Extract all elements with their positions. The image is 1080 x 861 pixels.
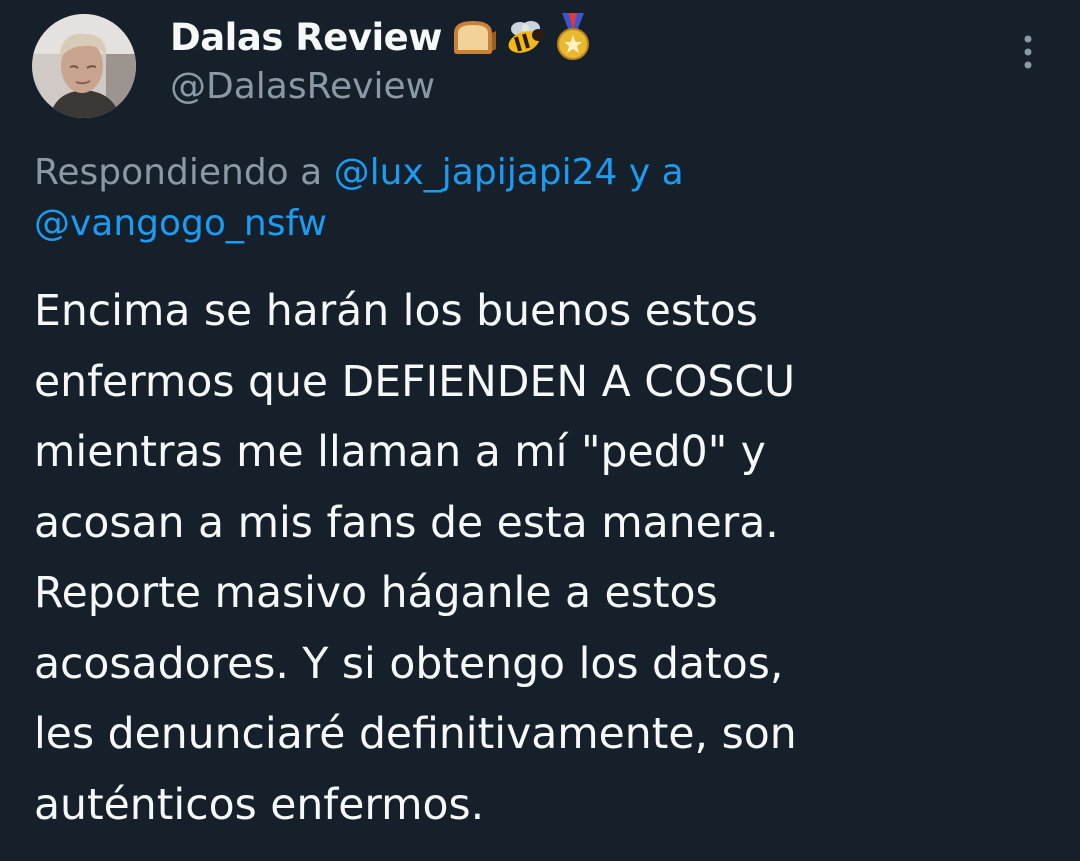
- more-vertical-icon: [1024, 35, 1032, 69]
- tweet-text-line: enfermos que DEFIENDEN A COSCU: [34, 357, 796, 407]
- bread-icon: [448, 17, 498, 57]
- avatar[interactable]: [32, 14, 136, 118]
- tweet-text-line: Reporte masivo háganle a estos: [34, 569, 718, 618]
- tweet-text-line: acosadores. Y si obtengo los datos,: [34, 639, 784, 689]
- tweet-text: Encima se harán los buenos estos enfermo…: [34, 277, 1054, 841]
- tweet-text-line: Encima se harán los buenos estos: [34, 287, 758, 336]
- more-options-button[interactable]: [1006, 28, 1050, 76]
- tweet-text-line: les denunciaré definitivamente, son: [34, 710, 797, 759]
- author-name-row: Dalas Review: [170, 12, 594, 62]
- mention-link-2[interactable]: @vangogo_nsfw: [34, 203, 327, 244]
- author-display-name[interactable]: Dalas Review: [170, 16, 442, 59]
- tweet-text-line: mientras me llaman a mí "ped0" y: [34, 428, 766, 477]
- reply-context: Respondiendo a @lux_japijapi24 y a @vango…: [34, 147, 1044, 249]
- author-badges: [448, 11, 594, 63]
- bee-icon: [500, 17, 550, 57]
- reply-connector: y a: [628, 152, 684, 193]
- tweet-text-line: acosan a mis fans de esta manera.: [34, 498, 779, 548]
- avatar-image: [32, 14, 136, 118]
- reply-prefix: Respondiendo a: [34, 152, 323, 193]
- medal-icon: [552, 11, 594, 63]
- mention-link-1[interactable]: @lux_japijapi24: [334, 152, 618, 193]
- tweet-text-line: auténticos enfermos.: [34, 780, 485, 830]
- author-handle[interactable]: @DalasReview: [170, 66, 435, 107]
